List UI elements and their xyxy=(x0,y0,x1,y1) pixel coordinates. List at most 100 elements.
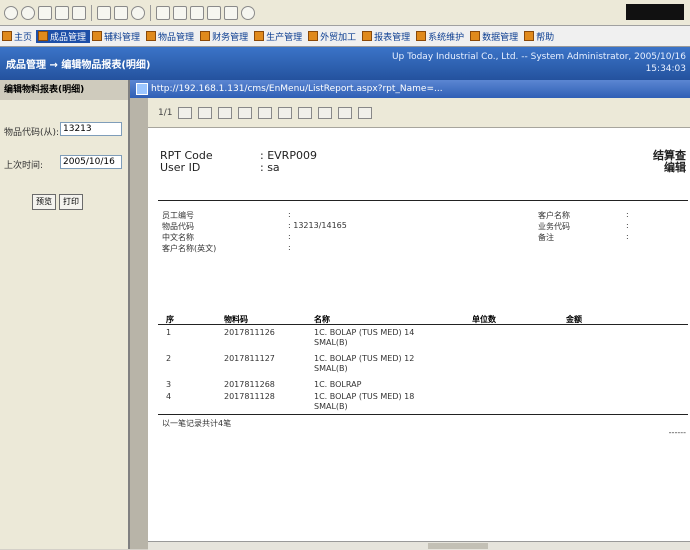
table-cell: 1C. BOLRAP xyxy=(314,380,362,389)
discuss-icon[interactable] xyxy=(207,5,221,20)
nav-label: 帮助 xyxy=(536,32,555,43)
filter-label: 业务代码 xyxy=(538,222,570,231)
nav-item[interactable]: 主页 xyxy=(0,30,36,43)
nav-label: 生产管理 xyxy=(266,32,303,43)
field-last-time: 上次时间: xyxy=(4,155,122,171)
page-dashes: ------ xyxy=(668,428,686,437)
report-footer: 以一笔记录共计4笔 xyxy=(162,419,232,428)
table-cell: 2017811128 xyxy=(224,392,275,401)
next-page-icon[interactable] xyxy=(218,106,233,119)
nav-icon xyxy=(308,31,319,41)
report-title: 结算查 编辑 xyxy=(653,150,686,174)
nav-item[interactable]: 数据管理 xyxy=(468,30,522,43)
report-url: http://192.168.1.131/cms/EnMenu/ListRepo… xyxy=(151,84,443,94)
report-url-bar: http://192.168.1.131/cms/EnMenu/ListRepo… xyxy=(130,80,690,98)
report-viewer-toolbar: 1/1 xyxy=(148,98,690,128)
nav-icon xyxy=(92,31,103,41)
table-cell: 4 xyxy=(166,392,172,401)
filter-label: 物品代码 xyxy=(162,222,194,231)
home-icon[interactable] xyxy=(72,5,86,20)
nav-label: 系统维护 xyxy=(428,32,465,43)
divider xyxy=(158,324,688,325)
nav-icon xyxy=(38,31,49,41)
forward-icon[interactable] xyxy=(21,5,35,20)
filter-label: 客户名称(英文) xyxy=(162,244,217,253)
filter-value: : xyxy=(288,243,291,252)
mail-icon[interactable] xyxy=(156,5,170,20)
nav-icon xyxy=(146,31,157,41)
report-meta: RPT Code: EVRP009 User ID: sa xyxy=(160,150,360,174)
item-code-input[interactable] xyxy=(60,122,122,136)
nav-icon xyxy=(254,31,265,41)
print-button[interactable]: 打印 xyxy=(59,194,83,210)
export-icon[interactable] xyxy=(298,106,313,119)
nav-icon xyxy=(2,31,12,41)
user-id-label: User ID xyxy=(160,161,201,174)
company-line: Up Today Industrial Co., Ltd. -- System … xyxy=(391,52,686,62)
last-time-input[interactable] xyxy=(60,155,122,169)
info-icon[interactable] xyxy=(241,5,255,20)
report-page: RPT Code: EVRP009 User ID: sa 结算查 编辑 员工编… xyxy=(148,128,690,541)
table-cell: 1C. BOLAP (TUS MED) 14 SMAL(B) xyxy=(314,328,415,347)
back-icon[interactable] xyxy=(4,5,18,20)
page-title: 成品管理 → 编辑物品报表(明细) xyxy=(6,60,151,71)
refresh-report-icon[interactable] xyxy=(358,106,373,119)
nav-item[interactable]: 报表管理 xyxy=(360,30,414,43)
nav-item[interactable]: 帮助 xyxy=(522,30,558,43)
filter-value: : 13213/14165 xyxy=(288,221,347,230)
prev-page-icon[interactable] xyxy=(198,106,213,119)
report-title-line2: 编辑 xyxy=(664,161,686,174)
app-header: 成品管理 → 编辑物品报表(明细) Up Today Industrial Co… xyxy=(0,47,690,80)
table-cell: 2017811126 xyxy=(224,328,275,337)
sidebar-title: 编辑物料报表(明细) xyxy=(0,80,128,100)
filter-value: : xyxy=(626,232,629,241)
refresh-icon[interactable] xyxy=(55,5,69,20)
table-cell: 2 xyxy=(166,354,172,363)
app-navbar: 主页 成品管理 辅料管理 物品管理 财务管理 生产管理 外贸加工 报表管理 系统维护 数据管理 帮助 xyxy=(0,26,690,47)
nav-icon xyxy=(362,31,373,41)
table-cell: 1C. BOLAP (TUS MED) 18 SMAL(B) xyxy=(314,392,415,411)
favorites-icon[interactable] xyxy=(114,5,128,20)
zoom-icon[interactable] xyxy=(278,106,293,119)
scrollbar-thumb[interactable] xyxy=(428,543,488,549)
filter-value: : xyxy=(288,232,291,241)
nav-icon xyxy=(524,31,535,41)
sidebar-buttons: 预览 打印 xyxy=(32,194,83,210)
nav-item[interactable]: 财务管理 xyxy=(198,30,252,43)
edit-icon[interactable] xyxy=(190,5,204,20)
table-cell: 1 xyxy=(166,328,172,337)
nav-item[interactable]: 成品管理 xyxy=(36,29,91,43)
nav-label: 成品管理 xyxy=(50,32,87,43)
find-icon[interactable] xyxy=(258,106,273,119)
window-controls[interactable] xyxy=(626,4,684,20)
first-page-icon[interactable] xyxy=(178,106,193,119)
save-icon[interactable] xyxy=(338,106,353,119)
print-icon[interactable] xyxy=(173,5,187,20)
table-cell: 2017811127 xyxy=(224,354,275,363)
filter-value: : xyxy=(626,210,629,219)
messenger-icon[interactable] xyxy=(224,5,238,20)
nav-label: 主页 xyxy=(14,32,33,43)
history-icon[interactable] xyxy=(131,5,145,20)
print-report-icon[interactable] xyxy=(318,106,333,119)
toolbar-separator xyxy=(91,4,92,21)
filter-label: 员工编号 xyxy=(162,211,194,220)
filter-label: 备注 xyxy=(538,233,554,242)
nav-item[interactable]: 物品管理 xyxy=(144,30,198,43)
sidebar: 编辑物料报表(明细) 物品代码(从): 上次时间: 预览 打印 xyxy=(0,80,130,549)
nav-item[interactable]: 生产管理 xyxy=(252,30,306,43)
report-left-strip xyxy=(130,98,149,549)
last-page-icon[interactable] xyxy=(238,106,253,119)
search-icon[interactable] xyxy=(97,5,111,20)
table-cell: 1C. BOLAP (TUS MED) 12 SMAL(B) xyxy=(314,354,415,373)
ie-icon xyxy=(136,82,148,95)
table-cell: 2017811268 xyxy=(224,380,275,389)
nav-item[interactable]: 辅料管理 xyxy=(90,30,144,43)
time-display: 15:34:03 xyxy=(645,64,686,74)
divider xyxy=(158,200,688,201)
filter-value: : xyxy=(288,210,291,219)
nav-item[interactable]: 外贸加工 xyxy=(306,30,360,43)
nav-item[interactable]: 系统维护 xyxy=(414,30,468,43)
stop-icon[interactable] xyxy=(38,5,52,20)
preview-button[interactable]: 预览 xyxy=(32,194,56,210)
